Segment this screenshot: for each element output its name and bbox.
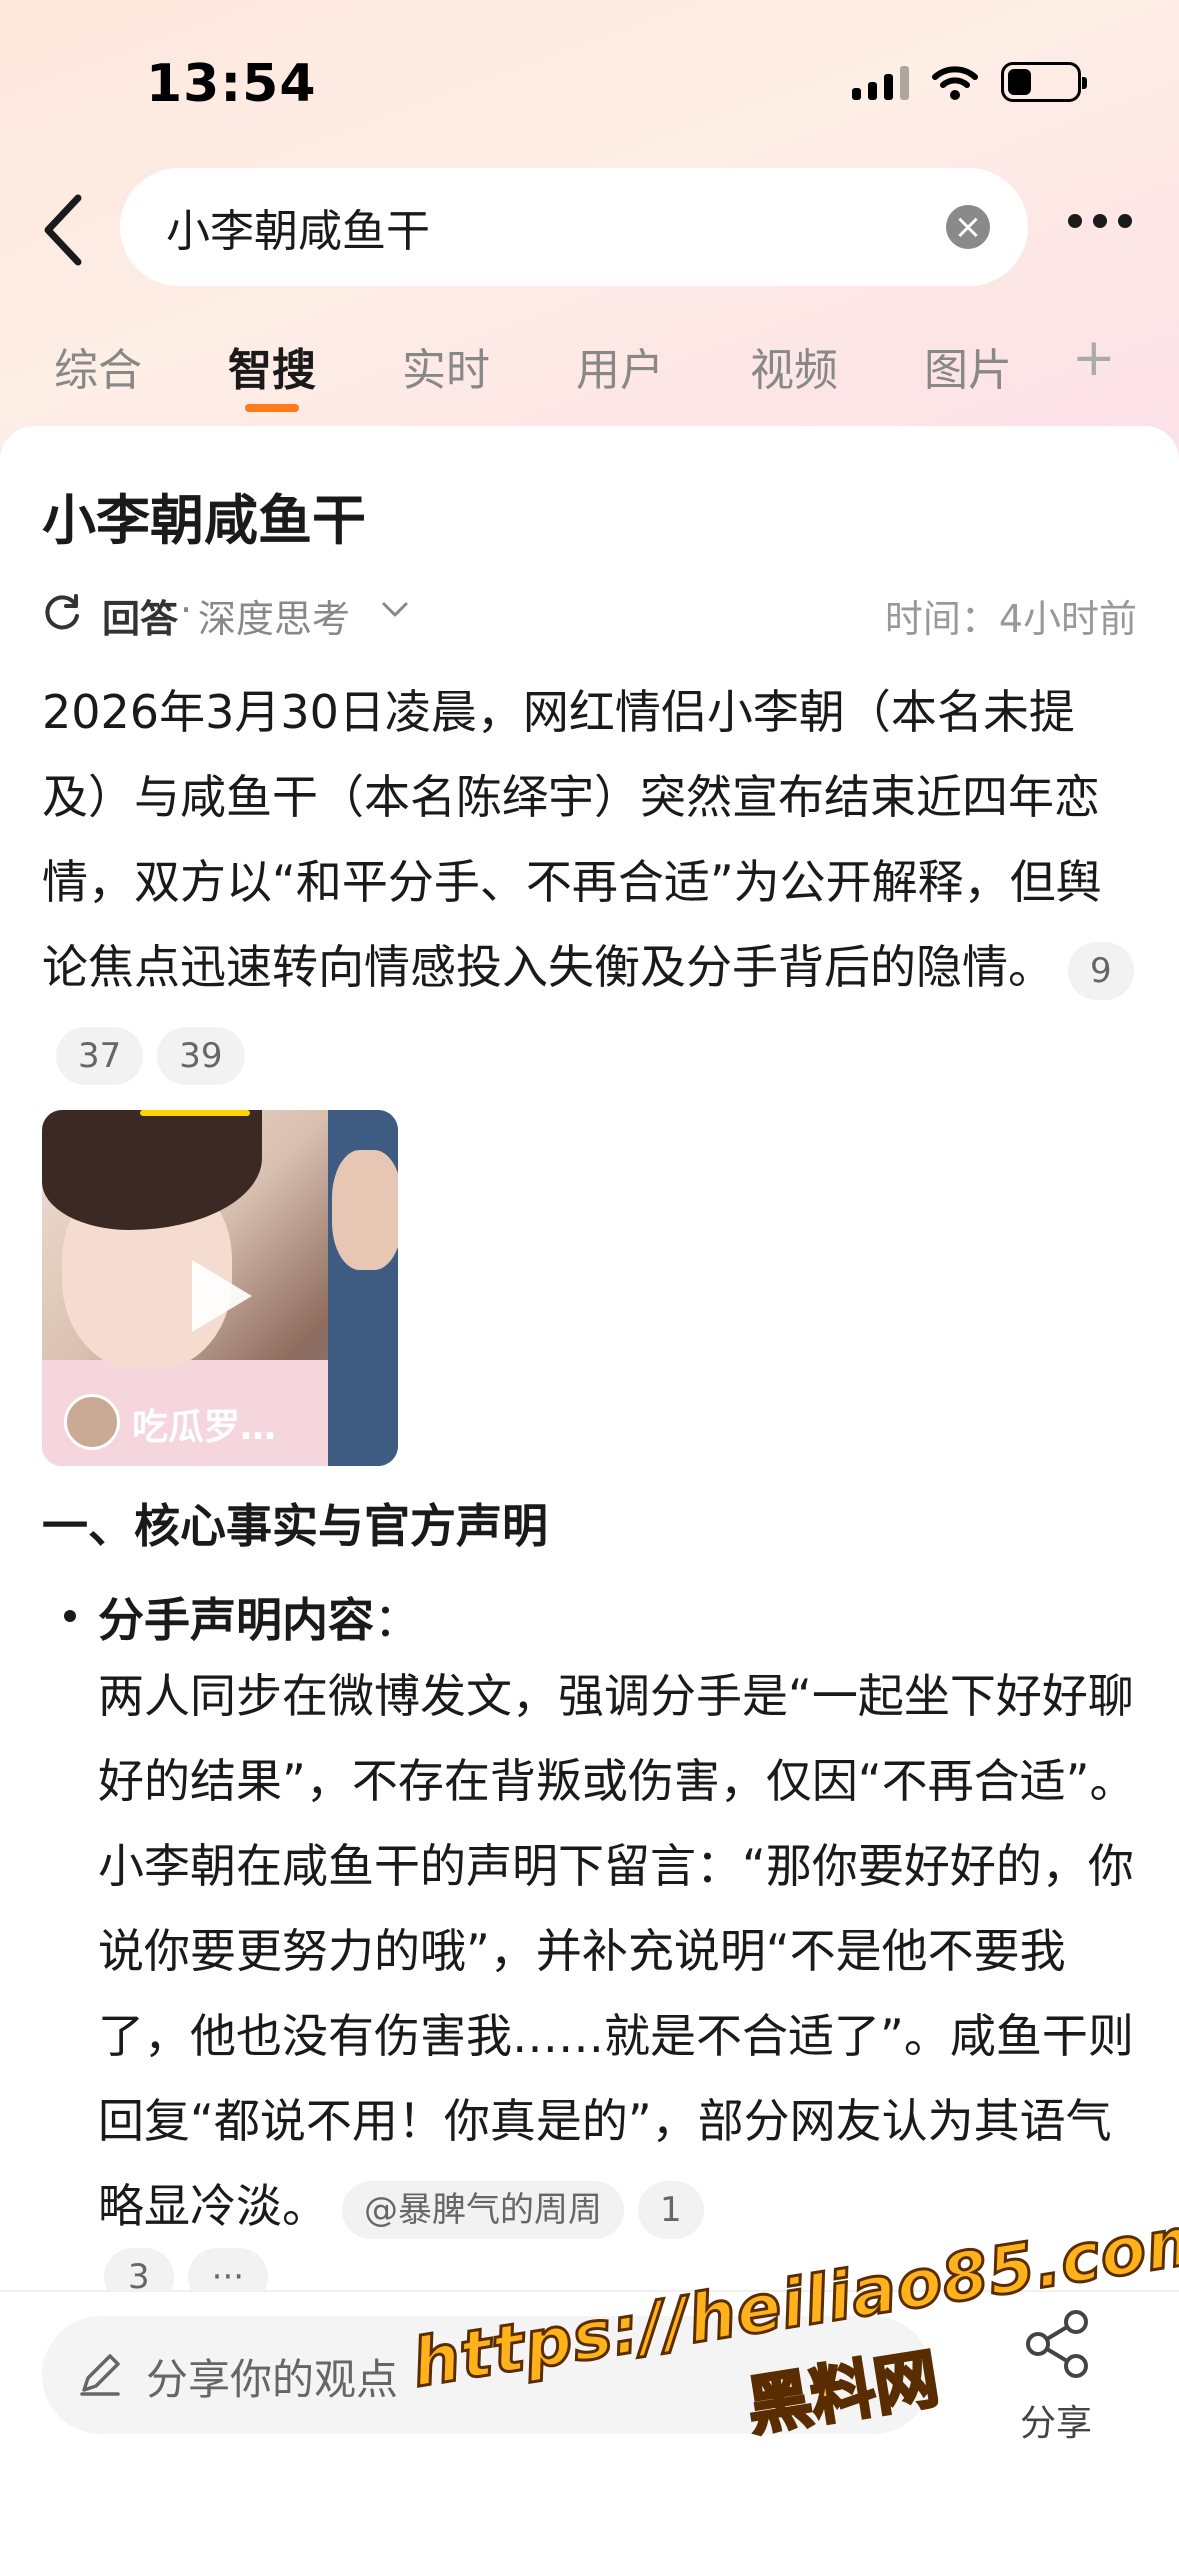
source-chip[interactable]: @暴脾气的周周 bbox=[342, 2180, 624, 2239]
intro-text: 2026年3月30日凌晨，网红情侣小李朝（本名未提及）与咸鱼干（本名陈绎宇）突然… bbox=[42, 685, 1102, 994]
avatar bbox=[64, 1394, 120, 1450]
pencil-icon bbox=[80, 2354, 120, 2396]
status-bar: 13:54 bbox=[0, 0, 1179, 160]
cellular-signal-icon bbox=[852, 64, 909, 100]
video-thumbnail[interactable]: 吃瓜罗… bbox=[42, 1110, 398, 1466]
search-query: 小李朝咸鱼干 bbox=[166, 206, 430, 257]
bullet-title: 分手声明内容： bbox=[98, 1593, 420, 1647]
play-icon[interactable] bbox=[192, 1260, 252, 1332]
video-author: 吃瓜罗… bbox=[132, 1407, 277, 1448]
chevron-down-icon[interactable] bbox=[380, 594, 410, 624]
battery-icon bbox=[1001, 62, 1087, 102]
reference-chip[interactable]: 39 bbox=[157, 1026, 245, 1085]
page-title: 小李朝咸鱼干 bbox=[42, 489, 366, 552]
more-options-icon[interactable] bbox=[1068, 214, 1132, 228]
tab-images[interactable]: 图片 bbox=[924, 334, 1012, 398]
answer-time: 时间：4小时前 bbox=[884, 597, 1137, 641]
answer-label: 回答 bbox=[102, 597, 179, 641]
bullet-text: 两人同步在微博发文，强调分手是“一起坐下好好聊好的结果”，不存在背叛或伤害，仅因… bbox=[98, 1669, 1136, 2233]
active-tab-indicator bbox=[245, 404, 299, 412]
bullet-dot bbox=[64, 1610, 76, 1622]
back-arrow-icon[interactable] bbox=[34, 190, 94, 270]
comment-placeholder: 分享你的观点 bbox=[146, 2355, 399, 2404]
add-tab-icon[interactable]: + bbox=[1072, 328, 1116, 388]
reference-chip[interactable]: 9 bbox=[1068, 941, 1134, 1000]
answer-meta-row: 回答 · 深度思考 时间：4小时前 bbox=[42, 584, 1137, 644]
tab-videos[interactable]: 视频 bbox=[750, 334, 838, 398]
reference-chip[interactable]: 37 bbox=[56, 1026, 144, 1085]
bullet-body: 两人同步在微博发文，强调分手是“一起坐下好好聊好的结果”，不存在背叛或伤害，仅因… bbox=[98, 1654, 1148, 2249]
status-time: 13:54 bbox=[146, 54, 317, 114]
tab-users[interactable]: 用户 bbox=[576, 334, 664, 398]
section-heading: 一、核心事实与官方声明 bbox=[42, 1499, 548, 1553]
clear-search-icon[interactable]: × bbox=[946, 205, 990, 249]
tab-comprehensive[interactable]: 综合 bbox=[54, 334, 142, 398]
refresh-icon bbox=[45, 594, 79, 630]
status-icons bbox=[852, 62, 1087, 102]
reference-chip[interactable]: 1 bbox=[638, 2180, 704, 2239]
tab-smart-search[interactable]: 智搜 bbox=[228, 334, 316, 398]
wifi-icon bbox=[932, 66, 978, 100]
intro-paragraph: 2026年3月30日凌晨，网红情侣小李朝（本名未提及）与咸鱼干（本名陈绎宇）突然… bbox=[42, 670, 1142, 1095]
separator-dot: · bbox=[180, 588, 193, 632]
search-input[interactable]: 小李朝咸鱼干 × bbox=[120, 168, 1028, 286]
deep-thinking-toggle[interactable]: 深度思考 bbox=[198, 588, 350, 643]
tab-realtime[interactable]: 实时 bbox=[402, 334, 490, 398]
